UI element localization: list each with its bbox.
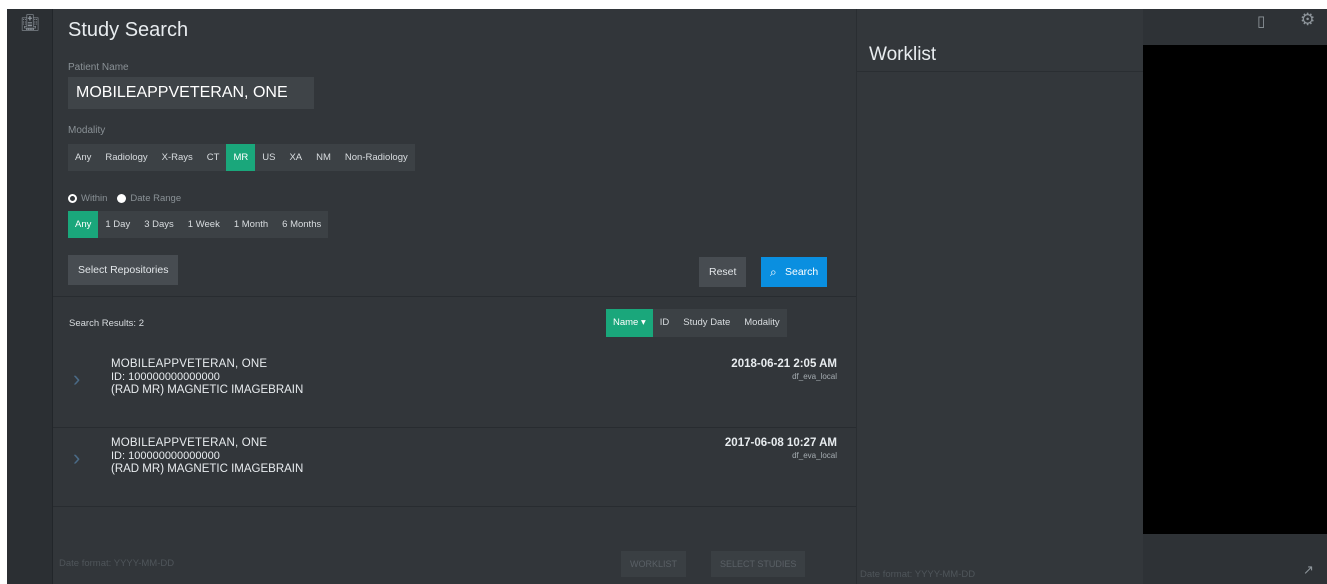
tablet-icon[interactable]: ▯ <box>1257 12 1265 30</box>
left-rail: 🏥︎ <box>7 9 53 584</box>
range-1-month[interactable]: 1 Month <box>227 211 275 238</box>
search-icon: ⌕ <box>770 265 777 279</box>
modality-selector: Any Radiology X-Rays CT MR US XA NM Non-… <box>68 144 415 171</box>
range-any[interactable]: Any <box>68 211 99 238</box>
sort-modality[interactable]: Modality <box>737 309 786 337</box>
modality-mr[interactable]: MR <box>226 144 256 171</box>
modality-nm[interactable]: NM <box>309 144 338 171</box>
range-3-days[interactable]: 3 Days <box>137 211 181 238</box>
result-patient-name: MOBILEAPPVETERAN, ONE <box>111 358 268 370</box>
sort-id[interactable]: ID <box>653 309 677 337</box>
sort-selector: Name ▾ ID Study Date Modality <box>606 309 787 337</box>
result-patient-id: ID: 100000000000000 <box>111 371 220 383</box>
sort-name[interactable]: Name ▾ <box>606 309 653 337</box>
gear-icon[interactable]: ⚙ <box>1300 10 1315 30</box>
date-range-radio[interactable] <box>117 194 127 203</box>
result-study-date: 2017-06-08 10:27 AM <box>724 437 837 449</box>
divider <box>53 296 856 297</box>
date-range-label: Date Range <box>130 193 182 204</box>
viewer-bottom-bar: ↗ <box>1143 534 1327 584</box>
worklist-date-format-hint: Date format: YYYY-MM-DD <box>860 569 976 580</box>
within-label: Within <box>81 193 108 204</box>
chevron-right-icon[interactable]: › <box>73 447 87 469</box>
search-button[interactable]: ⌕ Search <box>761 257 828 287</box>
chevron-right-icon[interactable]: › <box>73 368 87 390</box>
result-row[interactable]: › MOBILEAPPVETERAN, ONE ID: 100000000000… <box>53 349 856 427</box>
reset-button[interactable]: Reset <box>699 257 747 287</box>
result-row[interactable]: › MOBILEAPPVETERAN, ONE ID: 100000000000… <box>53 428 856 506</box>
modality-us[interactable]: US <box>255 144 282 171</box>
divider <box>857 71 1144 72</box>
hospital-icon[interactable]: 🏥︎ <box>19 13 41 35</box>
search-results-count: Search Results: 2 <box>69 318 144 329</box>
result-repository: df_eva_local <box>792 372 837 381</box>
date-mode-radio-group: Within Date Range <box>68 193 181 204</box>
result-study-description: (RAD MR) MAGNETIC IMAGEBRAIN <box>111 384 304 396</box>
worklist-action-button[interactable]: WORKLIST <box>621 551 687 577</box>
within-radio[interactable] <box>68 194 77 203</box>
pin-icon[interactable]: ↗ <box>1303 562 1314 578</box>
modality-ct[interactable]: CT <box>200 144 227 171</box>
sort-study-date[interactable]: Study Date <box>676 309 737 337</box>
divider <box>53 506 856 507</box>
result-study-date: 2018-06-21 2:05 AM <box>731 358 837 370</box>
patient-name-label: Patient Name <box>68 62 129 73</box>
result-study-description: (RAD MR) MAGNETIC IMAGEBRAIN <box>111 463 304 475</box>
page-title: Study Search <box>68 19 189 41</box>
result-patient-name: MOBILEAPPVETERAN, ONE <box>111 437 268 449</box>
modality-non-radiology[interactable]: Non-Radiology <box>338 144 415 171</box>
image-viewer: ▯ ⚙ ↗ <box>1143 9 1327 584</box>
result-patient-id: ID: 100000000000000 <box>111 450 220 462</box>
modality-xa[interactable]: XA <box>282 144 309 171</box>
search-button-label: Search <box>785 266 819 278</box>
app-window: 🏥︎ Study Search Patient Name MOBILEAPPVE… <box>0 0 1327 584</box>
select-studies-button[interactable]: SELECT STUDIES <box>711 551 806 577</box>
sort-name-label: Name <box>613 317 639 328</box>
patient-name-input[interactable]: MOBILEAPPVETERAN, ONE <box>68 77 314 109</box>
worklist-panel: Worklist Date format: YYYY-MM-DD <box>856 9 1144 584</box>
result-repository: df_eva_local <box>792 451 837 460</box>
range-1-week[interactable]: 1 Week <box>181 211 227 238</box>
range-selector: Any 1 Day 3 Days 1 Week 1 Month 6 Months <box>68 211 329 238</box>
modality-label: Modality <box>68 125 106 136</box>
worklist-title: Worklist <box>869 44 937 65</box>
modality-any[interactable]: Any <box>68 144 98 171</box>
sort-desc-icon: ▾ <box>640 317 646 328</box>
modality-xrays[interactable]: X-Rays <box>155 144 200 171</box>
range-6-months[interactable]: 6 Months <box>275 211 328 238</box>
study-search-panel: Study Search Patient Name MOBILEAPPVETER… <box>53 9 856 584</box>
date-format-hint: Date format: YYYY-MM-DD <box>59 558 175 569</box>
viewer-toolbar: ▯ ⚙ <box>1143 9 1327 45</box>
select-repositories-button[interactable]: Select Repositories <box>68 255 179 285</box>
modality-radiology[interactable]: Radiology <box>98 144 154 171</box>
range-1-day[interactable]: 1 Day <box>98 211 137 238</box>
